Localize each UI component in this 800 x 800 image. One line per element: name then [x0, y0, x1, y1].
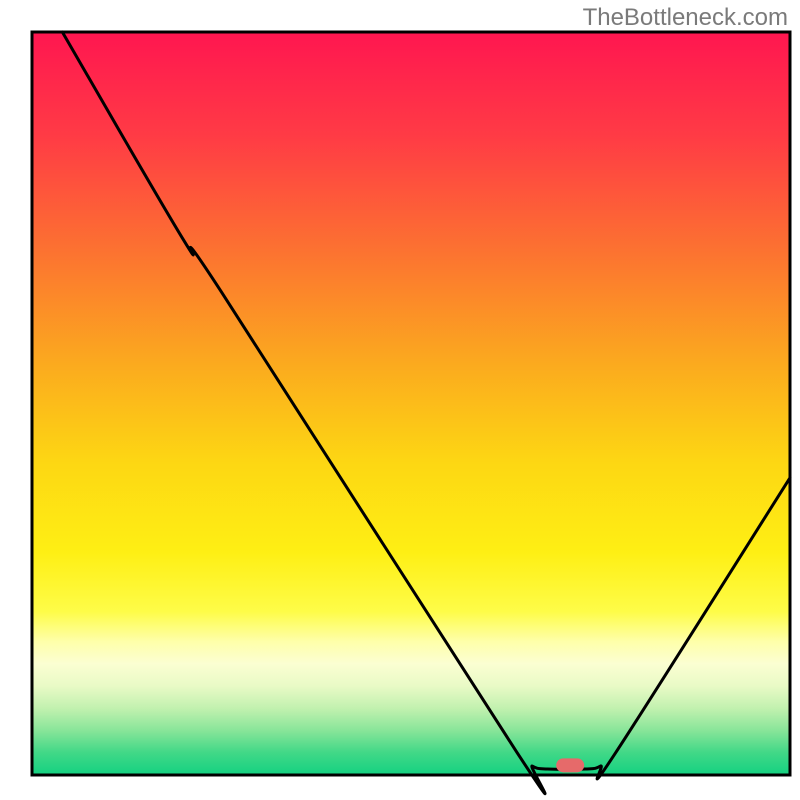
bottleneck-chart: [0, 0, 800, 800]
chart-container: TheBottleneck.com: [0, 0, 800, 800]
chart-background-gradient: [32, 32, 790, 775]
optimum-marker: [556, 758, 584, 772]
watermark-label: TheBottleneck.com: [583, 4, 788, 32]
